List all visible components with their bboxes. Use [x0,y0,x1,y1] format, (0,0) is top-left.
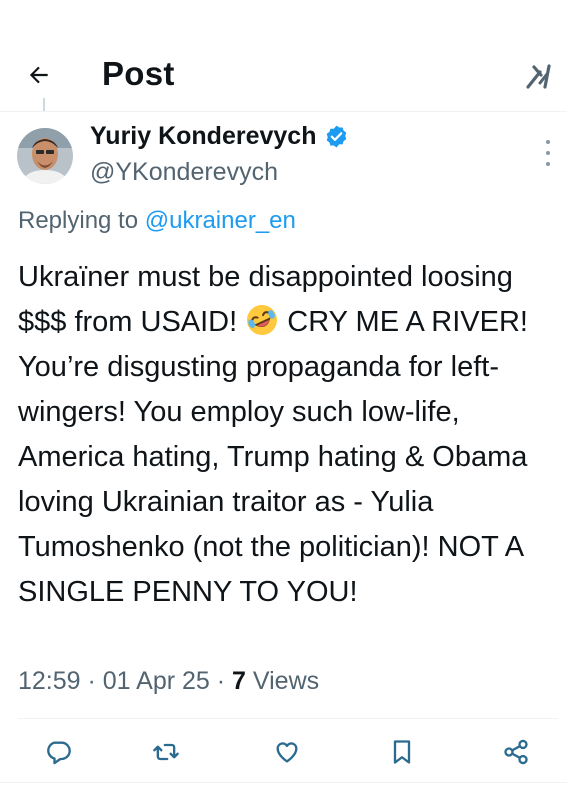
author-name-row[interactable]: Yuriy Konderevych [90,122,349,151]
repost-button[interactable] [146,732,186,772]
bookmark-icon [393,740,411,764]
bottom-divider [0,782,567,783]
repost-icon [153,743,179,761]
avatar[interactable] [17,128,73,184]
page-title: Post [102,55,175,92]
reply-button[interactable] [38,732,78,772]
tweet-meta: 12:59 · 01 Apr 25 · 7 Views [18,667,320,695]
header-bar: Post [0,0,567,112]
author-handle[interactable]: @YKonderevych [90,158,278,187]
author-display-name[interactable]: Yuriy Konderevych [90,122,316,151]
arrow-left-icon [29,66,48,84]
more-options-icon[interactable] [543,140,553,166]
share-icon [504,739,528,765]
meta-divider [18,718,558,719]
views-label[interactable]: Views [253,667,319,695]
like-button[interactable] [267,732,307,772]
back-button[interactable] [22,58,56,92]
grok-icon [526,64,551,89]
tweet-text: Ukraïner must be disappointed loosing $$… [18,255,548,615]
tweet-time[interactable]: 12:59 [18,667,81,695]
replying-to-prefix: Replying to [18,207,145,234]
replying-to-mention[interactable]: @ukrainer_en [145,207,296,234]
heart-icon [276,742,298,763]
views-count[interactable]: 7 [232,667,246,695]
header-divider [0,111,567,112]
rolling-laughing-emoji-icon [245,303,279,337]
reply-icon [47,741,71,765]
tweet-date[interactable]: 01 Apr 25 [103,667,210,695]
thread-connector [43,98,45,112]
action-bar [0,732,567,772]
bookmark-button[interactable] [382,732,422,772]
tweet-text-part-2: CRY ME A RIVER! You’re disgusting propag… [18,306,536,608]
share-button[interactable] [496,732,536,772]
grok-button[interactable] [521,58,557,94]
verified-badge-icon [324,124,349,149]
replying-to-line: Replying to @ukrainer_en [18,207,296,235]
